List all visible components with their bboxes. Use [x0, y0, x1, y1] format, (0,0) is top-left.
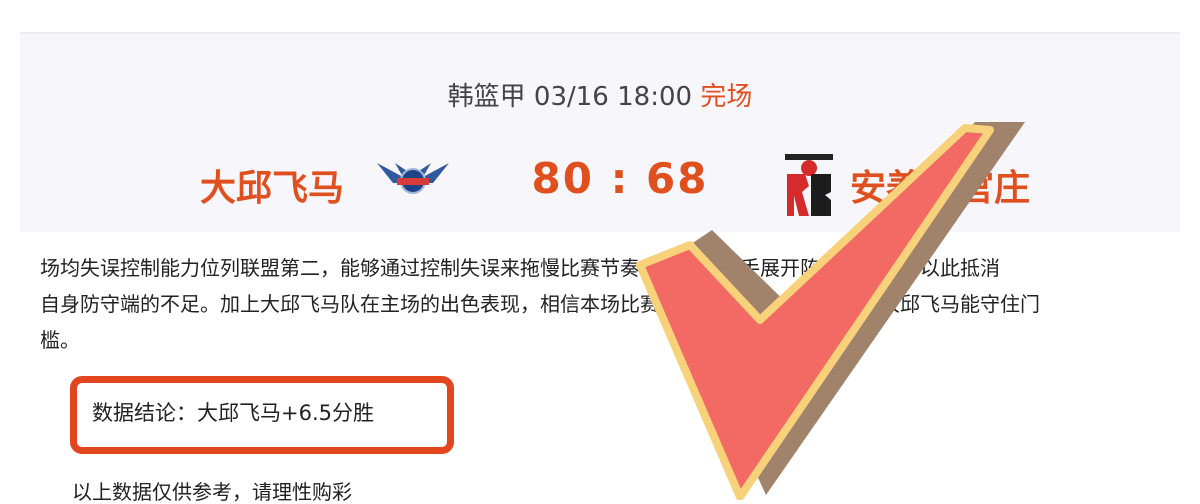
checkmark-icon: [636, 122, 1025, 500]
